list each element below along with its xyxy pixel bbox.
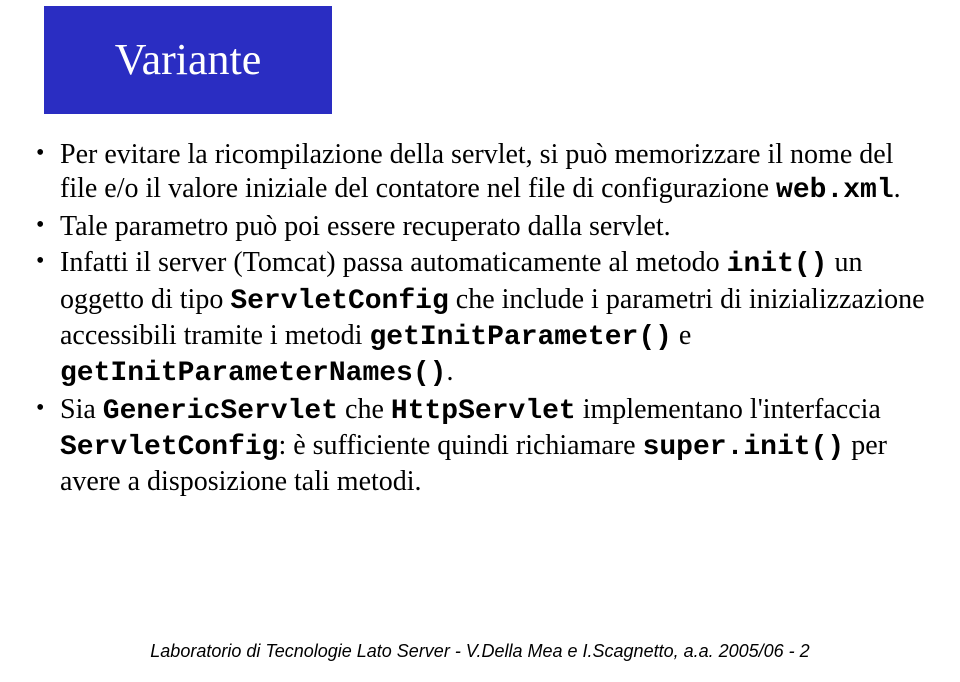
bullet-list: Per evitare la ricompilazione della serv…	[36, 138, 926, 500]
body-text: .	[446, 356, 453, 387]
code-text: getInitParameter()	[369, 322, 671, 353]
bullet-item: Sia GenericServlet che HttpServlet imple…	[36, 393, 926, 499]
slide-title: Variante	[115, 38, 262, 82]
body-text: : è sufficiente quindi richiamare	[278, 430, 642, 461]
body-text: Infatti il server (Tomcat) passa automat…	[60, 247, 727, 278]
bullet-item: Tale parametro può poi essere recuperato…	[36, 210, 926, 244]
bullet-item: Infatti il server (Tomcat) passa automat…	[36, 246, 926, 391]
code-text: ServletConfig	[230, 286, 448, 317]
slide-footer: Laboratorio di Tecnologie Lato Server - …	[0, 641, 960, 662]
body-text: .	[894, 173, 901, 204]
code-text: HttpServlet	[391, 396, 576, 427]
body-text: Per evitare la ricompilazione della serv…	[60, 139, 893, 204]
body-text: Sia	[60, 394, 103, 425]
code-text: web.xml	[776, 175, 894, 206]
body-text: e	[672, 320, 691, 351]
bullet-item: Per evitare la ricompilazione della serv…	[36, 138, 926, 208]
code-text: super.init()	[643, 432, 845, 463]
slide: Variante Per evitare la ricompilazione d…	[0, 0, 960, 682]
body-text: che	[338, 394, 391, 425]
body-text: implementano l'interfaccia	[576, 394, 881, 425]
content-area: Per evitare la ricompilazione della serv…	[36, 138, 926, 502]
code-text: getInitParameterNames()	[60, 358, 446, 389]
title-band: Variante	[44, 6, 332, 114]
code-text: GenericServlet	[103, 396, 338, 427]
code-text: ServletConfig	[60, 432, 278, 463]
code-text: init()	[727, 249, 828, 280]
body-text: Tale parametro può poi essere recuperato…	[60, 211, 671, 242]
